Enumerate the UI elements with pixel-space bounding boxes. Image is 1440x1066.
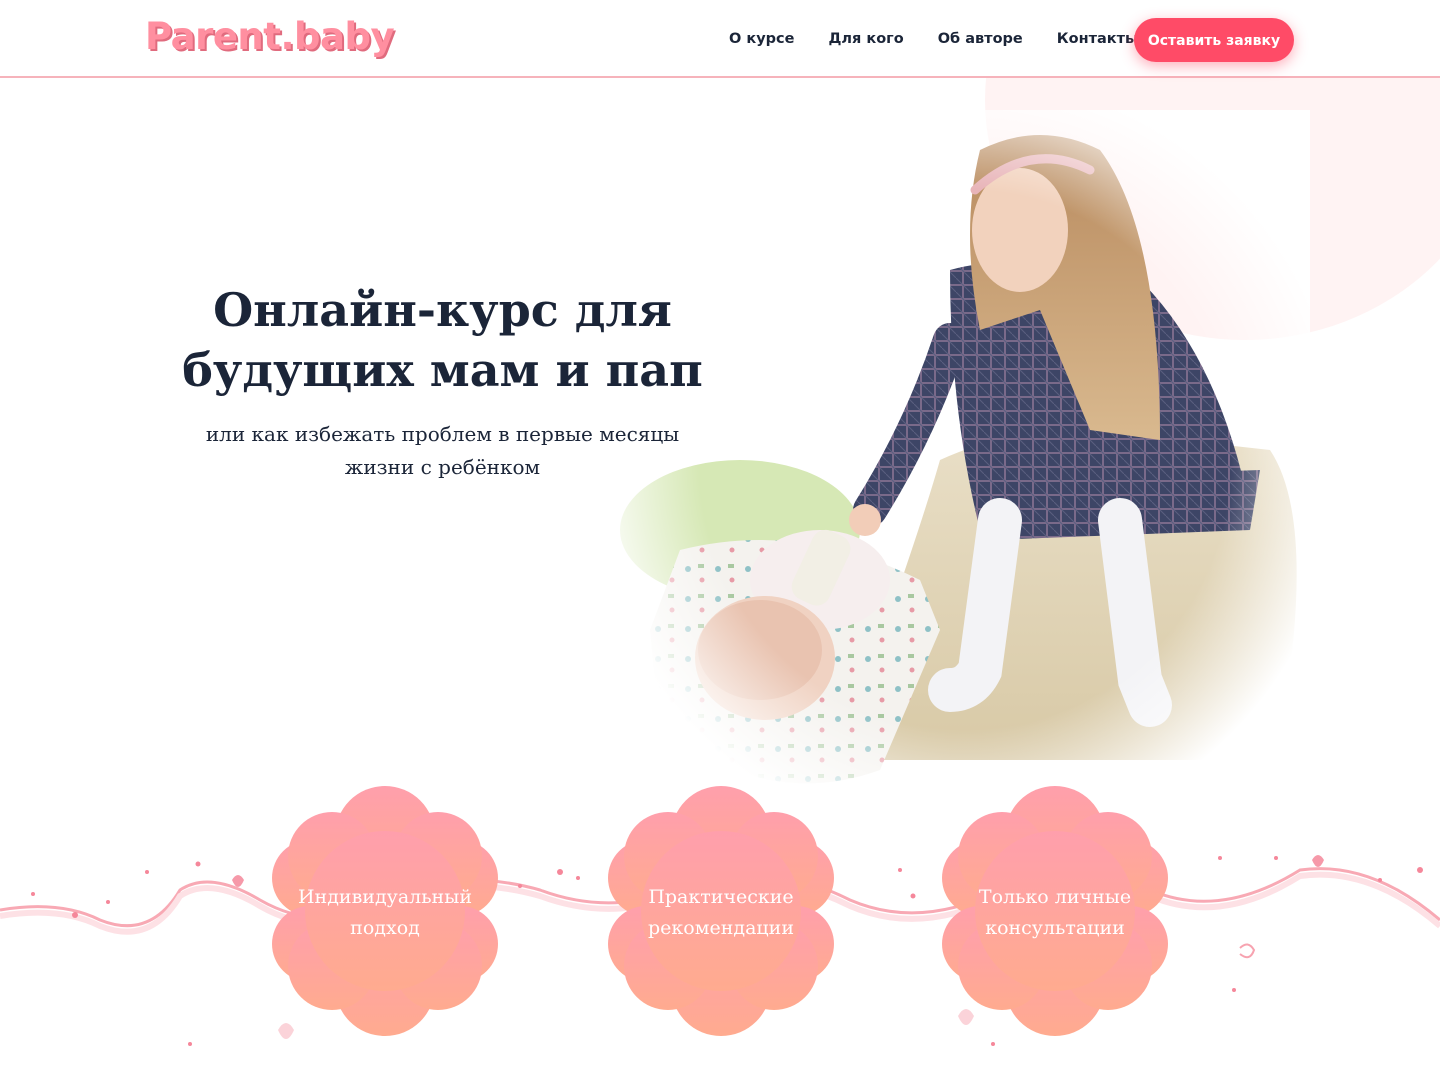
- nav-item-contacts[interactable]: Контакты: [1057, 28, 1138, 50]
- feature-flower-practical: Практические рекомендации: [596, 786, 846, 1036]
- hero-subtitle: или как избежать проблем в первые месяцы…: [205, 422, 680, 479]
- hero-title: Онлайн-курс для будущих мам и пап: [182, 283, 703, 397]
- feature-label: Только личные консультации: [978, 886, 1132, 939]
- feature-flower-individual: Индивидуальный подход: [260, 786, 510, 1036]
- nav-item-for-whom[interactable]: Для кого: [828, 28, 903, 50]
- feature-label: Индивидуальный подход: [297, 886, 473, 939]
- feature-flower-personal: Только личные консультации: [930, 786, 1180, 1036]
- nav-item-about-course[interactable]: О курсе: [729, 28, 794, 50]
- submit-request-button[interactable]: Оставить заявку: [1134, 18, 1294, 62]
- main-nav: О курсе Для кого Об авторе Контакты: [729, 28, 1138, 50]
- logo[interactable]: Parent.baby: [145, 12, 395, 62]
- feature-label: Практические рекомендации: [648, 886, 794, 939]
- hero-photo: [620, 110, 1310, 810]
- nav-item-about-author[interactable]: Об авторе: [938, 28, 1023, 50]
- site-header: Parent.baby О курсе Для кого Об авторе К…: [0, 0, 1440, 78]
